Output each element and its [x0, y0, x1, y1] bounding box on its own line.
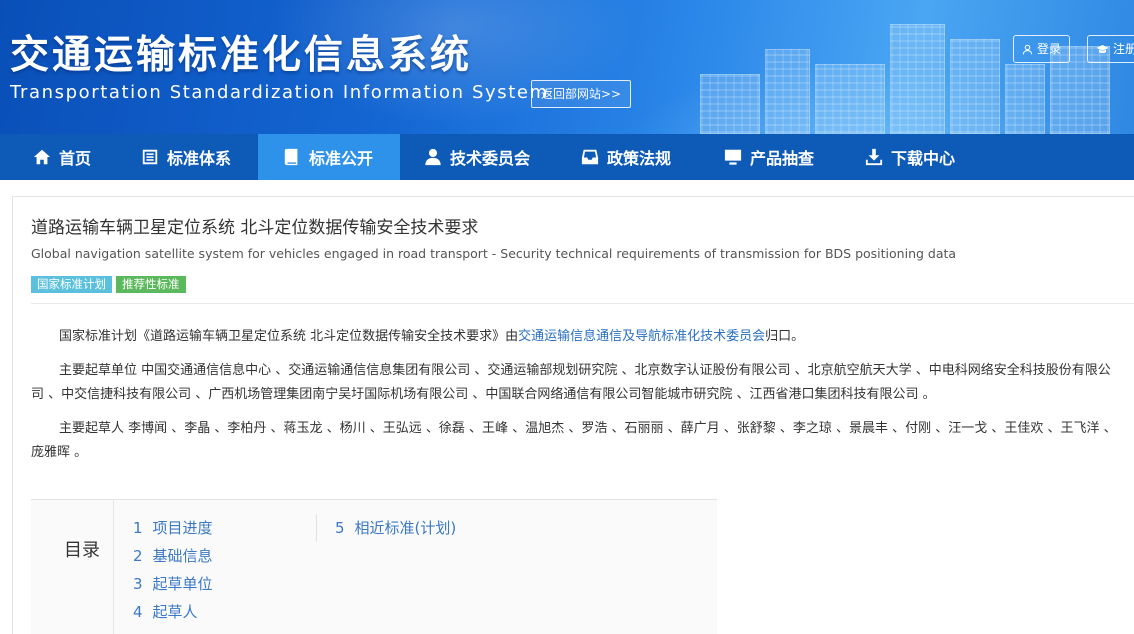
toc-label-box: 目录 [31, 500, 114, 634]
nav-item-download[interactable]: 下载中心 [839, 134, 981, 180]
login-label: 登录 [1037, 42, 1062, 56]
nav-item-label: 技术委员会 [450, 149, 531, 168]
nav-item-label: 标准公开 [309, 149, 374, 168]
skyline-building [765, 49, 810, 134]
nav-item-standard-system[interactable]: 标准体系 [117, 134, 258, 180]
skyline-building [890, 24, 945, 134]
intro-paragraph: 国家标准计划《道路运输车辆卫星定位系统 北斗定位数据传输安全技术要求》由交通运输… [31, 325, 1123, 349]
site-subtitle: Transportation Standardization Informati… [10, 82, 549, 103]
toc-column-1: 1 项目进度 2 基础信息 3 起草单位 4 起草人 [133, 514, 213, 626]
toc-item-label: 起草人 [152, 603, 198, 621]
toc-item-progress[interactable]: 1 项目进度 [133, 514, 213, 542]
login-button[interactable]: 登录 [1013, 35, 1071, 63]
drafting-units-paragraph: 主要起草单位 中国交通通信信息中心 、交通运输通信信息集团有限公司 、交通运输部… [31, 363, 1111, 402]
book-icon [284, 148, 298, 166]
download-icon [865, 148, 883, 166]
nav-item-label: 标准体系 [167, 149, 232, 168]
skyline-building [815, 64, 885, 134]
register-label: 注册 [1113, 42, 1134, 56]
toc-item-number: 4 [133, 603, 143, 621]
tag-national-plan: 国家标准计划 [31, 276, 112, 293]
standard-title-en: Global navigation satellite system for v… [31, 246, 957, 261]
toc-item-label: 起草单位 [152, 575, 213, 593]
nav-item-home[interactable]: 首页 [0, 134, 117, 180]
toc-item-number: 2 [133, 547, 143, 565]
list-icon [142, 149, 158, 165]
toc-label: 目录 [64, 540, 100, 561]
nav-item-tech-committee[interactable]: 技术委员会 [400, 134, 557, 180]
register-button[interactable]: 注册 [1087, 35, 1134, 63]
skyline-building [700, 74, 760, 134]
standard-detail-panel: 道路运输车辆卫星定位系统 北斗定位数据传输安全技术要求 Global navig… [12, 196, 1134, 634]
toc-item-drafters[interactable]: 4 起草人 [133, 598, 213, 626]
user-icon [1022, 44, 1033, 54]
table-of-contents: 目录 1 项目进度 2 基础信息 3 起草单位 4 起草人 5 相近标准(计划) [31, 499, 717, 634]
nav-item-standard-public[interactable]: 标准公开 [258, 134, 400, 180]
graduation-cap-icon [1096, 44, 1109, 53]
toc-item-drafting-units[interactable]: 3 起草单位 [133, 570, 213, 598]
nav-item-label: 产品抽查 [750, 149, 815, 168]
nav-item-product-check[interactable]: 产品抽查 [700, 134, 839, 180]
site-title: 交通运输标准化信息系统 [10, 33, 473, 78]
intro-suffix: 归口。 [765, 329, 805, 344]
toc-item-label: 项目进度 [152, 519, 213, 537]
committee-link[interactable]: 交通运输信息通信及导航标准化技术委员会 [518, 329, 765, 344]
main-nav: 首页 标准体系 标准公开 技术委员会 政策法规 产品抽查 下载中心 [0, 134, 1134, 180]
back-to-ministry-button[interactable]: 返回部网站>> [531, 80, 632, 108]
toc-column-2: 5 相近标准(计划) [316, 514, 456, 542]
standard-title: 道路运输车辆卫星定位系统 北斗定位数据传输安全技术要求 [31, 218, 479, 238]
home-icon [33, 149, 51, 165]
tag-recommended: 推荐性标准 [116, 276, 186, 293]
divider [31, 303, 1134, 304]
toc-item-label: 基础信息 [152, 547, 213, 565]
user-icon [425, 148, 441, 166]
toc-item-label: 相近标准(计划) [354, 519, 457, 537]
intro-text: 国家标准计划《道路运输车辆卫星定位系统 北斗定位数据传输安全技术要求》由 [59, 329, 519, 344]
toc-item-basic-info[interactable]: 2 基础信息 [133, 542, 213, 570]
nav-item-label: 下载中心 [891, 149, 956, 168]
toc-item-number: 5 [335, 519, 345, 537]
nav-item-label: 政策法规 [607, 149, 672, 168]
skyline-building [950, 39, 1000, 134]
site-header: 交通运输标准化信息系统 Transportation Standardizati… [0, 0, 1134, 134]
monitor-icon [724, 149, 742, 165]
nav-item-label: 首页 [59, 149, 92, 168]
toc-item-number: 3 [133, 575, 143, 593]
standard-tags: 国家标准计划 推荐性标准 [31, 276, 186, 293]
skyline-building [1005, 64, 1045, 134]
toc-item-similar-standards[interactable]: 5 相近标准(计划) [335, 514, 456, 542]
toc-item-number: 1 [133, 519, 143, 537]
drafters-paragraph: 主要起草人 李博闻 、李晶 、李柏丹 、蒋玉龙 、杨川 、王弘远 、徐磊 、王峰… [31, 421, 1117, 460]
nav-item-policy[interactable]: 政策法规 [557, 134, 700, 180]
inbox-icon [581, 149, 599, 165]
